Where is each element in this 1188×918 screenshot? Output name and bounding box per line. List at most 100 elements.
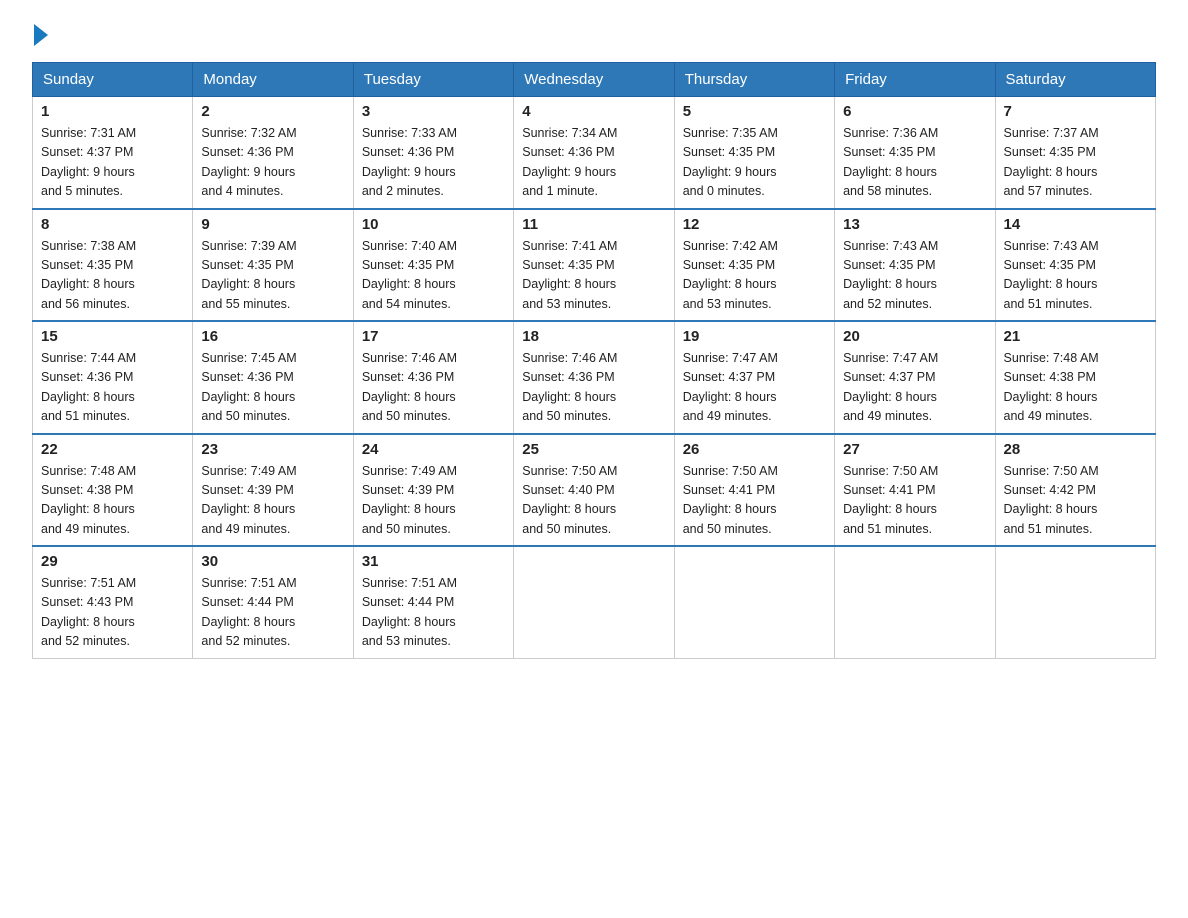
calendar-day-cell: 6Sunrise: 7:36 AMSunset: 4:35 PMDaylight… (835, 97, 995, 209)
calendar-day-cell: 22 Sunrise: 7:48 AMSunset: 4:38 PMDayligh… (33, 434, 193, 547)
sunrise-text: Sunrise: 7:41 AM (522, 239, 617, 253)
daylight-text: Daylight: 8 hours (522, 277, 616, 291)
day-number: 16 (201, 328, 344, 345)
day-number: 9 (201, 216, 344, 233)
calendar-day-cell: 14Sunrise: 7:43 AMSunset: 4:35 PMDayligh… (995, 209, 1155, 322)
calendar-week-row: 15Sunrise: 7:44 AMSunset: 4:36 PMDayligh… (33, 321, 1156, 434)
daylight-text: Daylight: 8 hours (522, 502, 616, 516)
day-of-week-header: Friday (835, 63, 995, 97)
day-number: 11 (522, 216, 665, 233)
daylight-text: Daylight: 8 hours (201, 277, 295, 291)
daylight-text: Daylight: 8 hours (41, 502, 135, 516)
sunset-text: Sunset: 4:44 PM (201, 595, 293, 609)
sunrise-text: Sunrise: 7:50 AM (683, 464, 778, 478)
sunset-text: Sunset: 4:38 PM (41, 483, 133, 497)
sunset-text: Sunset: 4:40 PM (522, 483, 614, 497)
day-info: Sunrise: 7:51 AMSunset: 4:44 PMDaylight:… (362, 574, 505, 652)
logo-arrow-icon (34, 24, 48, 46)
day-info: Sunrise: 7:48 AMSunset: 4:38 PMDaylight:… (41, 462, 184, 540)
day-number: 30 (201, 553, 344, 570)
sunrise-text: Sunrise: 7:40 AM (362, 239, 457, 253)
daylight-minutes-text: and 51 minutes. (843, 522, 932, 536)
calendar-day-cell: 19Sunrise: 7:47 AMSunset: 4:37 PMDayligh… (674, 321, 834, 434)
day-info: Sunrise: 7:48 AMSunset: 4:38 PMDaylight:… (1004, 349, 1147, 427)
calendar-day-cell: 12Sunrise: 7:42 AMSunset: 4:35 PMDayligh… (674, 209, 834, 322)
daylight-minutes-text: and 1 minute. (522, 184, 598, 198)
day-info: Sunrise: 7:41 AMSunset: 4:35 PMDaylight:… (522, 237, 665, 315)
day-info: Sunrise: 7:32 AMSunset: 4:36 PMDaylight:… (201, 124, 344, 202)
day-of-week-header: Tuesday (353, 63, 513, 97)
day-info: Sunrise: 7:34 AMSunset: 4:36 PMDaylight:… (522, 124, 665, 202)
daylight-minutes-text: and 49 minutes. (843, 409, 932, 423)
day-info: Sunrise: 7:49 AM Sunset: 4:39 PM Daylight:… (201, 462, 344, 540)
calendar-day-cell: 24Sunrise: 7:49 AMSunset: 4:39 PMDayligh… (353, 434, 513, 547)
day-number: 12 (683, 216, 826, 233)
calendar-day-cell: 2 Sunrise: 7:32 AMSunset: 4:36 PMDaylight… (193, 97, 353, 209)
sunrise-text: Sunrise: 7:39 AM (201, 239, 296, 253)
day-of-week-header: Saturday (995, 63, 1155, 97)
sunrise-text: Sunrise: 7:43 AM (843, 239, 938, 253)
day-info: Sunrise: 7:47 AMSunset: 4:37 PMDaylight:… (843, 349, 986, 427)
calendar-day-cell: 20Sunrise: 7:47 AMSunset: 4:37 PMDayligh… (835, 321, 995, 434)
daylight-minutes-text: and 52 minutes. (843, 297, 932, 311)
day-info: Sunrise: 7:45 AMSunset: 4:36 PMDaylight:… (201, 349, 344, 427)
daylight-text: Daylight: 8 hours (1004, 390, 1098, 404)
sunset-text: Sunset: 4:43 PM (41, 595, 133, 609)
sunrise-text: Sunrise: 7:49 AM (201, 464, 296, 478)
sunrise-text: Sunrise: 7:32 AM (201, 126, 296, 140)
day-info: Sunrise: 7:50 AMSunset: 4:41 PMDaylight:… (683, 462, 826, 540)
day-info: Sunrise: 7:38 AMSunset: 4:35 PMDaylight:… (41, 237, 184, 315)
day-number: 1 (41, 103, 184, 120)
daylight-minutes-text: and 51 minutes. (1004, 297, 1093, 311)
day-number: 8 (41, 216, 184, 233)
day-number: 22 (41, 441, 184, 458)
daylight-minutes-text: and 49 minutes. (201, 522, 290, 536)
calendar-day-cell: 26 Sunrise: 7:50 AMSunset: 4:41 PMDayligh… (674, 434, 834, 547)
daylight-text: Daylight: 9 hours (362, 165, 456, 179)
sunrise-text: Sunrise: 7:51 AM (362, 576, 457, 590)
day-number: 25 (522, 441, 665, 458)
daylight-minutes-text: and 57 minutes. (1004, 184, 1093, 198)
daylight-minutes-text: and 53 minutes. (362, 634, 451, 648)
daylight-text: Daylight: 8 hours (201, 390, 295, 404)
sunset-text: Sunset: 4:39 PM (201, 483, 293, 497)
day-number: 28 (1004, 441, 1147, 458)
daylight-minutes-text: and 0 minutes. (683, 184, 765, 198)
sunrise-text: Sunrise: 7:50 AM (522, 464, 617, 478)
sunrise-text: Sunrise: 7:50 AM (1004, 464, 1099, 478)
day-number: 2 (201, 103, 344, 120)
daylight-minutes-text: and 50 minutes. (362, 409, 451, 423)
day-info: Sunrise: 7:50 AMSunset: 4:41 PMDaylight:… (843, 462, 986, 540)
calendar-day-cell: 13Sunrise: 7:43 AMSunset: 4:35 PMDayligh… (835, 209, 995, 322)
sunset-text: Sunset: 4:36 PM (362, 145, 454, 159)
sunrise-text: Sunrise: 7:51 AM (201, 576, 296, 590)
sunset-text: Sunset: 4:35 PM (683, 258, 775, 272)
day-number: 6 (843, 103, 986, 120)
sunrise-text: Sunrise: 7:46 AM (362, 351, 457, 365)
sunset-text: Sunset: 4:35 PM (843, 145, 935, 159)
day-number: 13 (843, 216, 986, 233)
daylight-text: Daylight: 8 hours (362, 502, 456, 516)
daylight-minutes-text: and 53 minutes. (683, 297, 772, 311)
sunrise-text: Sunrise: 7:34 AM (522, 126, 617, 140)
calendar-day-cell: 11 Sunrise: 7:41 AMSunset: 4:35 PMDayligh… (514, 209, 674, 322)
day-info: Sunrise: 7:49 AMSunset: 4:39 PMDaylight:… (362, 462, 505, 540)
daylight-minutes-text: and 52 minutes. (41, 634, 130, 648)
day-number: 4 (522, 103, 665, 120)
daylight-minutes-text: and 2 minutes. (362, 184, 444, 198)
day-number: 29 (41, 553, 184, 570)
daylight-text: Daylight: 8 hours (201, 502, 295, 516)
sunrise-text: Sunrise: 7:42 AM (683, 239, 778, 253)
day-number: 26 (683, 441, 826, 458)
sunrise-text: Sunrise: 7:35 AM (683, 126, 778, 140)
sunrise-text: Sunrise: 7:36 AM (843, 126, 938, 140)
sunset-text: Sunset: 4:35 PM (201, 258, 293, 272)
daylight-minutes-text: and 51 minutes. (41, 409, 130, 423)
calendar-day-cell: 25 Sunrise: 7:50 AM Sunset: 4:40 PM Dayligh… (514, 434, 674, 547)
daylight-text: Daylight: 8 hours (201, 615, 295, 629)
calendar-week-row: 1Sunrise: 7:31 AMSunset: 4:37 PMDaylight… (33, 97, 1156, 209)
daylight-minutes-text: and 49 minutes. (41, 522, 130, 536)
daylight-text: Daylight: 8 hours (1004, 165, 1098, 179)
day-info: Sunrise: 7:44 AMSunset: 4:36 PMDaylight:… (41, 349, 184, 427)
calendar-week-row: 8 Sunrise: 7:38 AMSunset: 4:35 PMDaylight… (33, 209, 1156, 322)
